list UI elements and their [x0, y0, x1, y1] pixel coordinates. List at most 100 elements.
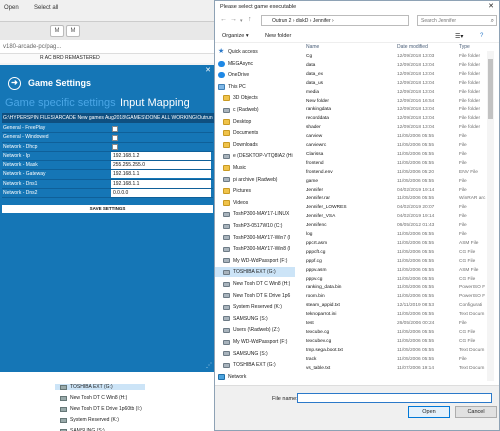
file-row[interactable]: test 26/05/2006 00:24 File — [297, 320, 499, 328]
file-row[interactable]: texcube.cg 11/05/2006 05:55 CG File — [297, 329, 499, 337]
file-row[interactable]: recorddata 12/09/2018 13:04 File folder — [297, 115, 499, 123]
file-row[interactable]: rankingdata 12/09/2018 13:04 File folder — [297, 106, 499, 114]
file-row[interactable]: Jennifer_VSA 04/02/2019 19:14 File — [297, 213, 499, 221]
open-button[interactable]: Open — [408, 406, 450, 418]
open-menu-button[interactable]: Open — [4, 5, 19, 11]
nav-item[interactable]: ToshP3-0517W10 (C:) — [215, 221, 295, 231]
nav-item[interactable]: Documents — [215, 128, 295, 138]
file-row[interactable]: Jennifer 04/02/2019 19:14 File — [297, 187, 499, 195]
help-icon[interactable]: ? — [480, 33, 483, 39]
view-options-icon[interactable]: ☰▾ — [455, 33, 463, 40]
breadcrumb[interactable]: Outrun 2 › diskD › Jennifer › — [261, 15, 409, 26]
file-row[interactable]: data 12/09/2018 13:04 File folder — [297, 62, 499, 70]
setting-checkbox[interactable] — [112, 144, 118, 151]
nav-item[interactable]: ToshP300-MAY17-Win8 (I — [215, 244, 295, 254]
file-row[interactable]: pppv.cg 11/05/2006 05:55 CG File — [297, 276, 499, 284]
setting-value-field[interactable]: 192.168.1.2 — [111, 151, 211, 160]
column-type[interactable]: Type — [459, 43, 470, 51]
address-bar[interactable]: v180-arcade-pc/pag... — [0, 40, 215, 54]
setting-checkbox[interactable] — [112, 125, 118, 132]
file-row[interactable]: New folder 12/09/2016 16:54 File folder — [297, 98, 499, 106]
file-row[interactable]: pppv.asm 11/05/2006 05:55 ASM File — [297, 267, 499, 275]
file-row[interactable]: pppcft.cg 11/05/2006 05:55 CG File — [297, 249, 499, 257]
nav-item[interactable]: My WD-WdPassport (F:) — [215, 337, 295, 347]
forward-arrow-icon[interactable]: → — [230, 16, 237, 23]
save-settings-button[interactable]: SAVE SETTINGS — [2, 205, 213, 213]
cancel-button[interactable]: Cancel — [455, 406, 497, 418]
file-row[interactable]: tmp.sega.boot.txt 11/05/2006 05:55 Text Do… — [297, 347, 499, 355]
nav-item[interactable]: TOSHIBA EXT (G:) — [215, 267, 295, 278]
close-icon[interactable]: ✕ — [205, 66, 211, 74]
nav-item[interactable]: My WD-WdPassport (F:) — [215, 256, 295, 266]
file-row[interactable]: pppf.cg 11/05/2006 05:55 CG File — [297, 258, 499, 266]
tab-input-mapping[interactable]: Input Mapping — [120, 97, 190, 109]
close-icon[interactable]: ✕ — [488, 1, 494, 13]
scrollbar[interactable] — [487, 51, 494, 381]
select-all-button[interactable]: Select all — [34, 5, 58, 11]
nav-item[interactable]: Videos — [215, 198, 295, 208]
background-drive-item[interactable]: System Reserved (K:) — [60, 417, 119, 423]
up-arrow-icon[interactable]: ↑ — [248, 16, 252, 23]
new-folder-button[interactable]: New folder — [265, 33, 291, 39]
tab-game-specific-settings[interactable]: Game specific settings — [5, 97, 116, 109]
nav-item[interactable]: Downloads — [215, 140, 295, 150]
background-drive-item[interactable]: TOSHIBA EXT (G:) — [55, 384, 145, 390]
file-row[interactable]: track 11/05/2006 05:55 File — [297, 356, 499, 364]
file-row[interactable]: frontend.env 11/05/2006 05:20 ENV File — [297, 169, 499, 177]
file-name-input[interactable] — [297, 393, 492, 403]
file-row[interactable]: Cg 12/09/2018 13:03 File folder — [297, 53, 499, 61]
nav-item[interactable]: New Tosh DT C Win8 (H:) — [215, 279, 295, 289]
nav-item[interactable]: TOSHIBA EXT (G:) — [215, 360, 295, 370]
scrollbar-thumb[interactable] — [488, 59, 493, 119]
file-row[interactable]: media 12/09/2018 13:04 File folder — [297, 89, 499, 97]
nav-item[interactable]: System Reserved (K:) — [215, 302, 295, 312]
setting-value-field[interactable]: 192.168.1.1 — [111, 170, 211, 179]
column-date-modified[interactable]: Date modified — [397, 43, 428, 51]
file-row[interactable]: Clarissa 11/05/2006 05:55 File — [297, 151, 499, 159]
organize-button[interactable]: Organize ▾ — [222, 33, 249, 39]
column-name[interactable]: Name — [306, 43, 319, 51]
nav-item[interactable]: pi archive (Radweb) — [215, 175, 295, 185]
file-row[interactable]: steam_appid.txt 12/11/2019 08:53 Configura… — [297, 302, 499, 310]
search-input[interactable]: Search Jennifer ⌕ — [417, 15, 497, 26]
nav-item[interactable]: This PC — [215, 82, 295, 92]
file-row[interactable]: data_us 12/09/2018 13:04 File folder — [297, 80, 499, 88]
setting-checkbox[interactable] — [112, 134, 118, 141]
nav-item[interactable]: Network — [215, 372, 295, 382]
file-row[interactable]: Jennifenc 06/05/2012 01:43 File — [297, 222, 499, 230]
resize-grip-icon[interactable]: ⋰ — [206, 362, 212, 369]
file-row[interactable]: Jennifer.rar 11/05/2006 05:55 WinRAR arc — [297, 195, 499, 203]
setting-value-field[interactable]: 0.0.0.0 — [111, 189, 211, 198]
file-row[interactable]: Jennifer_LOWRES 04/02/2019 20:07 File — [297, 204, 499, 212]
nav-item[interactable]: MEGAsync — [215, 59, 295, 69]
nav-item[interactable]: e (DESKTOP-VTQ8IA2 (Hi — [215, 151, 295, 161]
nav-item[interactable]: ToshP300-MAY17-Win7 (I — [215, 233, 295, 243]
file-row[interactable]: shader 12/09/2018 13:04 File folder — [297, 124, 499, 132]
file-row[interactable]: ppcrt.asm 11/05/2006 05:55 ASM File — [297, 240, 499, 248]
nav-item[interactable]: Pictures — [215, 186, 295, 196]
nav-item[interactable]: ToshP300-MAY17-LINUX — [215, 209, 295, 219]
nav-item[interactable]: Users (\Radweb) (Z:) — [215, 325, 295, 335]
file-row[interactable]: vs_table.txt 11/07/2006 19:14 Text Docum — [297, 365, 499, 373]
file-row[interactable]: data_ex 12/09/2018 13:04 File folder — [297, 71, 499, 79]
nav-item[interactable]: ★ Quick access — [215, 47, 295, 57]
nav-item[interactable]: New Tosh DT E Drive 1p6 — [215, 291, 295, 301]
nav-item[interactable]: OneDrive — [215, 70, 295, 80]
nav-item[interactable]: SAMSUNG (S:) — [215, 314, 295, 324]
setting-value-field[interactable]: 255.255.255.0 — [111, 161, 211, 170]
nav-item[interactable]: 3D Objects — [215, 93, 295, 103]
file-row[interactable]: carviewrc 11/05/2006 05:55 File — [297, 142, 499, 150]
browser-tab[interactable]: M — [66, 25, 80, 37]
setting-value-field[interactable]: 192.168.1.1 — [111, 179, 211, 188]
file-row[interactable]: game 11/05/2006 05:55 File — [297, 178, 499, 186]
file-row[interactable]: room.bin 11/05/2006 05:55 PowerISO F — [297, 293, 499, 301]
file-row[interactable]: frontend 11/05/2006 05:55 File — [297, 160, 499, 168]
file-row[interactable]: ranking_data.bin 11/05/2006 05:55 PowerISO… — [297, 284, 499, 292]
background-drive-item[interactable]: New Tosh DT E Drive 1p60tb (I:) — [60, 406, 142, 412]
nav-item[interactable]: Music — [215, 163, 295, 173]
nav-item[interactable]: c (Radweb) — [215, 105, 295, 115]
file-row[interactable]: log 11/05/2006 05:55 File — [297, 231, 499, 239]
chevron-down-icon[interactable]: ▾ — [240, 18, 243, 24]
browser-tab[interactable]: M — [50, 25, 64, 37]
back-arrow-icon[interactable]: ← — [220, 16, 227, 23]
